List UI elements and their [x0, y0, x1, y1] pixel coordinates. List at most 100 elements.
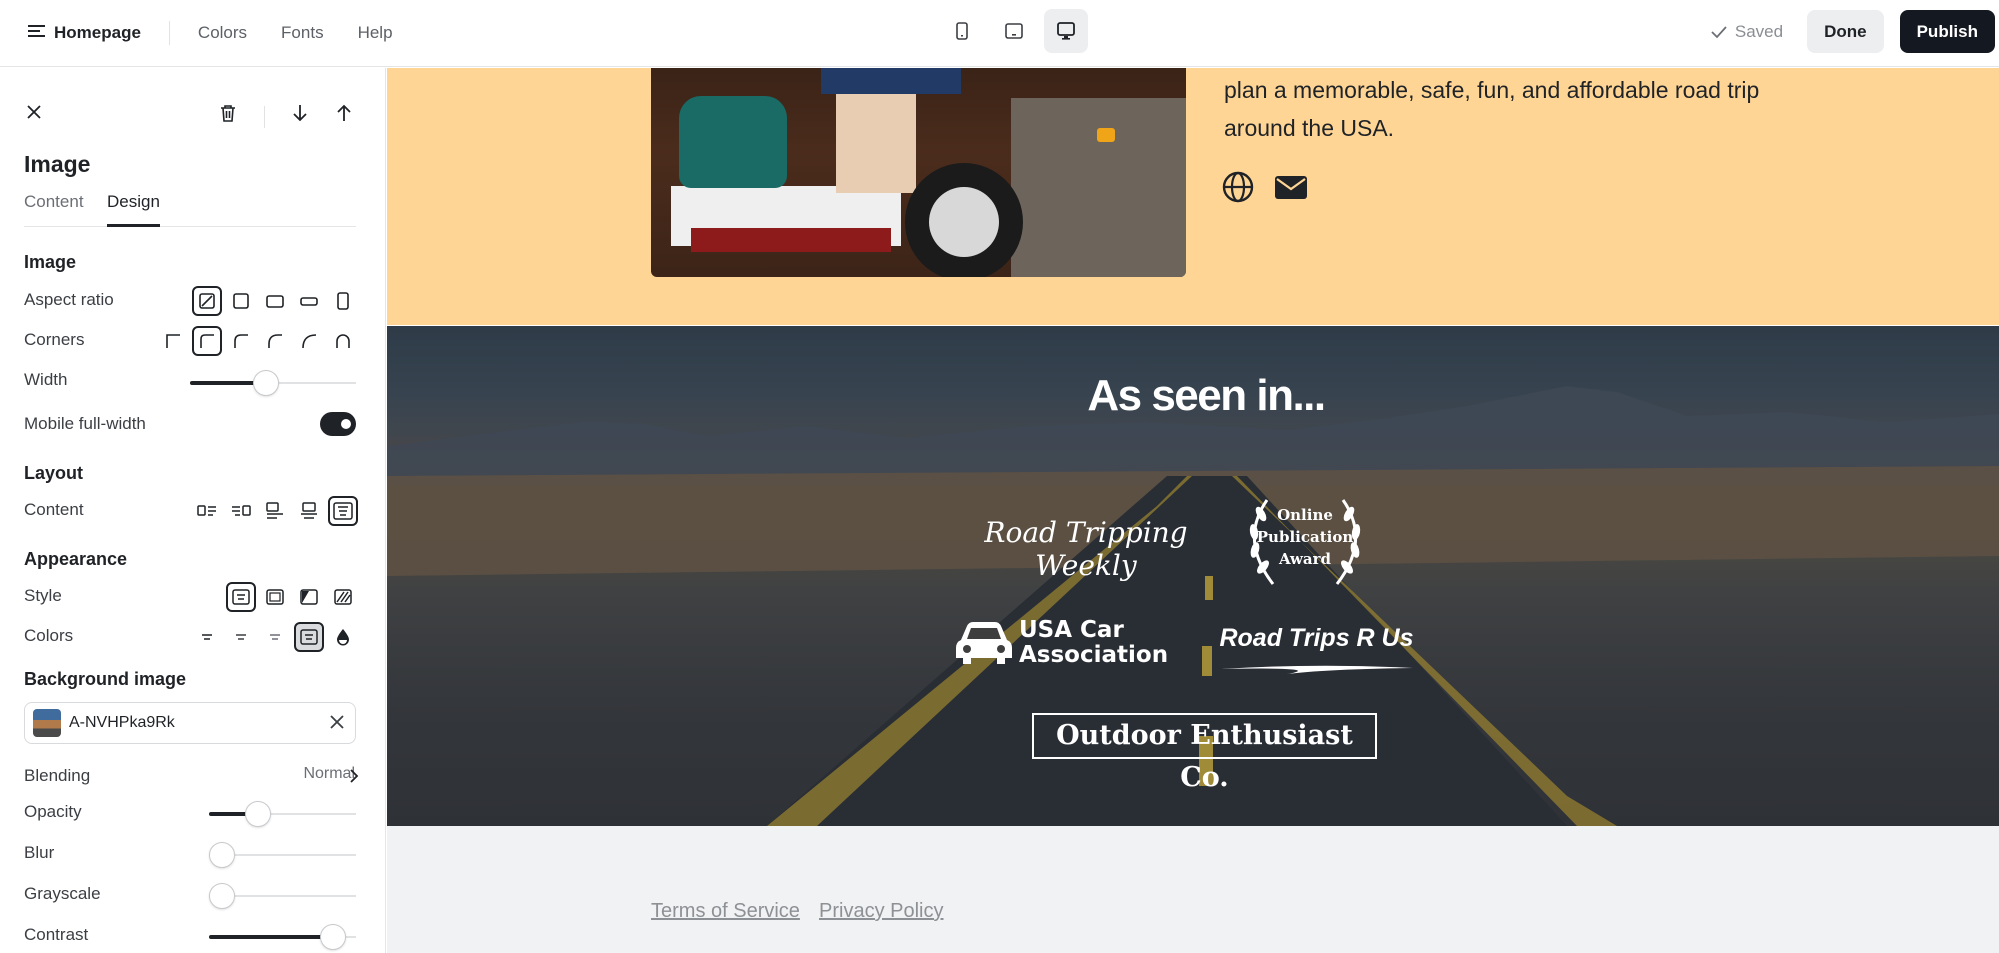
intro-section[interactable]: plan a memorable, safe, fun, and afforda… [387, 68, 1999, 325]
slider-handle[interactable] [245, 801, 272, 827]
color-options [192, 622, 358, 652]
corner-xl-option[interactable] [294, 326, 324, 356]
award-text: Online Publication Award [1245, 496, 1365, 570]
color-scheme-1-option[interactable] [192, 622, 222, 652]
aspect-original-option[interactable] [192, 286, 222, 316]
desktop-icon [1057, 22, 1075, 40]
mobile-view-button[interactable] [940, 9, 984, 53]
topbar-actions: Saved Done Publish [1711, 10, 1995, 53]
photo-shorts [821, 68, 961, 94]
width-slider[interactable] [190, 370, 356, 396]
corner-round-option[interactable] [328, 326, 358, 356]
nav-help[interactable]: Help [358, 23, 393, 43]
layout-background-option[interactable] [328, 496, 358, 526]
slider-handle[interactable] [320, 924, 347, 950]
nav-colors[interactable]: Colors [198, 23, 247, 43]
blending-value[interactable]: Normal [303, 765, 355, 783]
privacy-policy-link[interactable]: Privacy Policy [819, 900, 943, 923]
slider-handle[interactable] [209, 842, 235, 868]
nav-fonts[interactable]: Fonts [281, 23, 324, 43]
email-icon[interactable] [1274, 171, 1308, 208]
layout-top-center-option[interactable] [294, 496, 324, 526]
chevron-right-icon[interactable] [349, 768, 359, 789]
desktop-view-button[interactable] [1044, 9, 1088, 53]
color-scheme-3-option[interactable] [260, 622, 290, 652]
section-background-image-heading: Background image [24, 669, 187, 689]
text-align-icon [236, 634, 246, 640]
corners-options [158, 326, 358, 356]
mobile-full-width-label: Mobile full-width [24, 414, 146, 433]
corner-round-icon [336, 334, 350, 348]
press-section[interactable]: As seen in... Road Tripping Weekly Onlin… [387, 326, 1999, 826]
move-down-icon[interactable] [292, 104, 308, 127]
portrait-icon [337, 292, 349, 310]
tab-design[interactable]: Design [107, 192, 160, 227]
blur-label: Blur [24, 843, 55, 862]
contrast-slider[interactable] [209, 924, 356, 950]
layout-top-left-option[interactable] [260, 496, 290, 526]
remove-background-icon[interactable] [329, 714, 345, 735]
style-card-option[interactable] [260, 582, 290, 612]
corner-square-option[interactable] [158, 326, 188, 356]
car-icon [956, 622, 1012, 664]
homepage-menu-button[interactable]: Homepage [28, 23, 141, 43]
panel-tabs: Content Design [24, 192, 356, 227]
trash-icon[interactable] [220, 104, 236, 127]
slider-handle[interactable] [253, 370, 279, 396]
terms-of-service-link[interactable]: Terms of Service [651, 900, 800, 923]
corner-medium-option[interactable] [226, 326, 256, 356]
layout-image-left-option[interactable] [192, 496, 222, 526]
style-pattern-option[interactable] [328, 582, 358, 612]
corner-square-icon [166, 334, 180, 348]
award-line-1: Online [1277, 506, 1333, 524]
close-icon[interactable] [26, 104, 42, 125]
custom-color-option[interactable] [328, 622, 358, 652]
van-photo[interactable] [651, 68, 1186, 277]
style-plain-option[interactable] [226, 582, 256, 612]
width-label: Width [24, 370, 68, 389]
corner-large-option[interactable] [260, 326, 290, 356]
opacity-slider[interactable] [209, 801, 356, 827]
background-image-thumbnail [33, 709, 61, 737]
intro-text[interactable]: plan a memorable, safe, fun, and afforda… [1224, 71, 1784, 147]
layout-top-center-icon [301, 502, 317, 519]
color-drop-icon [337, 629, 349, 646]
colors-label: Colors [24, 626, 74, 645]
done-button[interactable]: Done [1807, 10, 1884, 53]
move-up-icon[interactable] [336, 104, 352, 127]
grayscale-slider[interactable] [209, 883, 356, 909]
globe-icon[interactable] [1222, 171, 1254, 208]
design-sidebar: Image Content Design Image Aspect ratio … [0, 68, 386, 953]
background-image-field[interactable]: A-NVHPka9Rk [24, 702, 356, 744]
aspect-portrait-option[interactable] [328, 286, 358, 316]
section-appearance-heading: Appearance [24, 549, 128, 569]
layout-image-right-option[interactable] [226, 496, 256, 526]
color-scheme-2-option[interactable] [226, 622, 256, 652]
style-split-option[interactable] [294, 582, 324, 612]
style-options [226, 582, 358, 612]
color-scheme-4-option[interactable] [294, 622, 324, 652]
aspect-wide-option[interactable] [294, 286, 324, 316]
grayscale-label: Grayscale [24, 884, 101, 903]
aspect-square-option[interactable] [226, 286, 256, 316]
aspect-ratio-label: Aspect ratio [24, 290, 114, 309]
wide-icon [300, 297, 318, 306]
press-heading[interactable]: As seen in... [387, 371, 1999, 421]
corner-small-option[interactable] [192, 326, 222, 356]
tab-content[interactable]: Content [24, 192, 84, 227]
aspect-landscape-option[interactable] [260, 286, 290, 316]
blur-slider[interactable] [209, 842, 356, 868]
style-label: Style [24, 586, 62, 605]
content-layout-options [192, 496, 358, 526]
toggle-knob [341, 419, 351, 429]
mobile-full-width-toggle[interactable] [320, 412, 356, 436]
slider-handle[interactable] [209, 883, 235, 909]
text-box-icon [300, 629, 318, 645]
publish-button[interactable]: Publish [1899, 10, 1995, 53]
layout-top-left-icon [266, 502, 283, 519]
photo-hubcap [929, 187, 999, 257]
road-tripping-weekly-logo: Road Tripping Weekly [984, 516, 1188, 582]
style-plain-icon [232, 589, 250, 605]
tablet-view-button[interactable] [992, 9, 1036, 53]
layout-background-icon [333, 502, 353, 520]
